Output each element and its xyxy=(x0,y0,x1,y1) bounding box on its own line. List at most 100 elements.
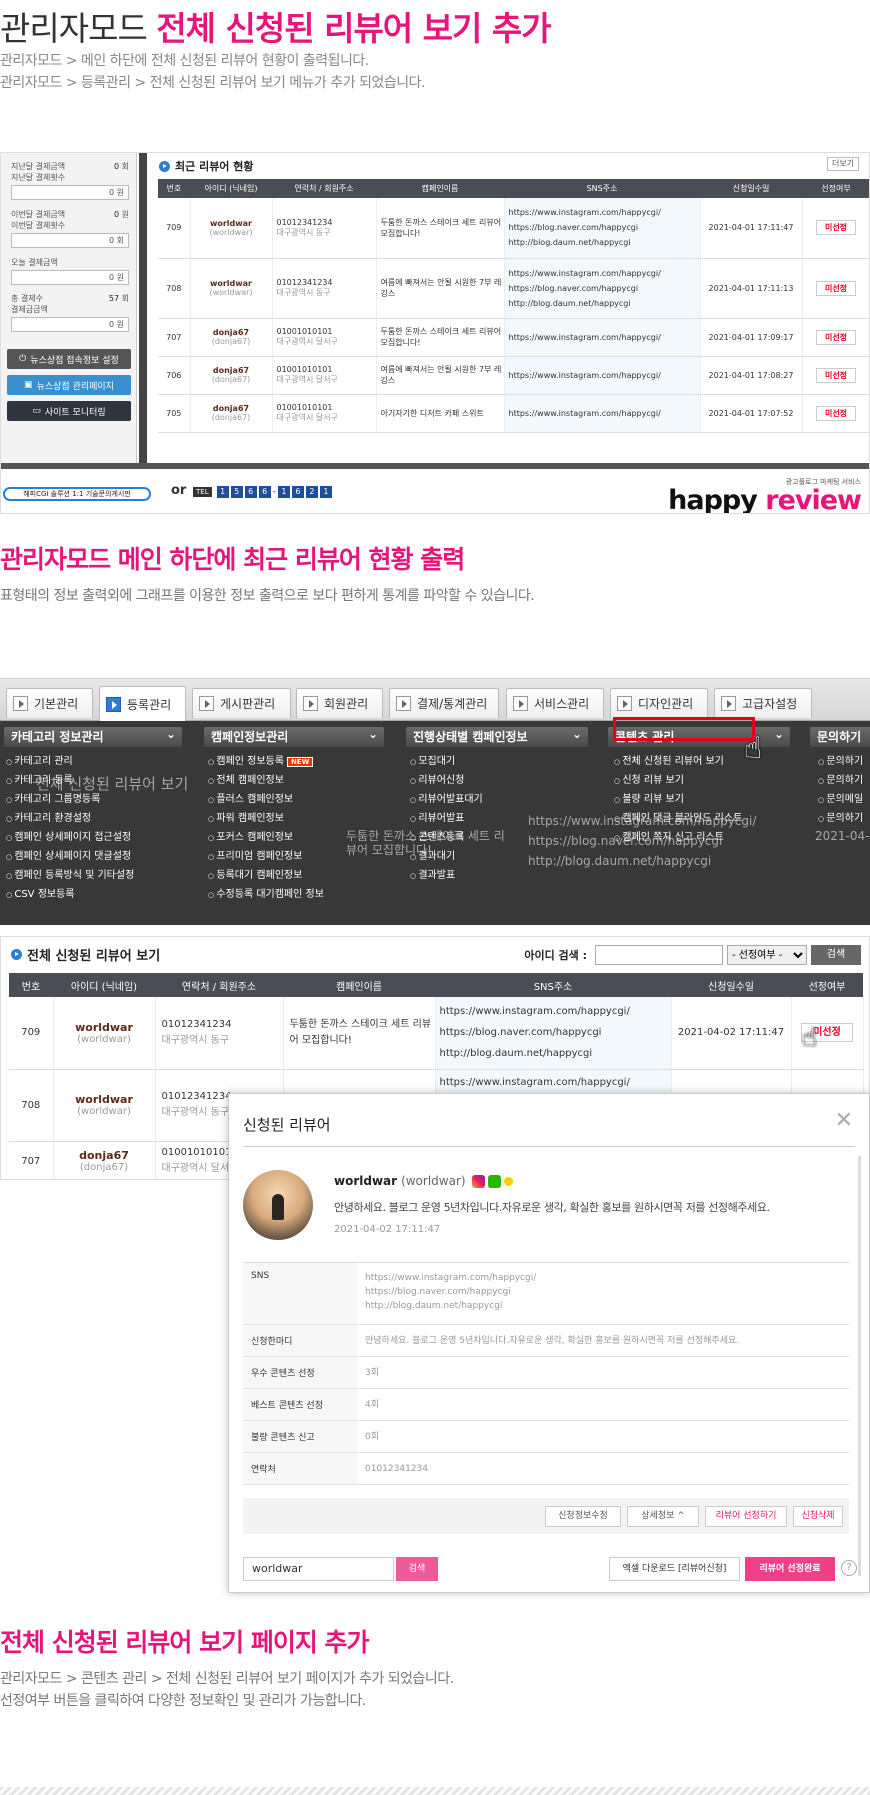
sns-link[interactable]: https://www.instagram.com/happycgi/ xyxy=(509,208,661,217)
menu-item[interactable]: 결과발표 xyxy=(410,866,455,881)
unselected-button[interactable]: 미선정 xyxy=(816,220,856,236)
stat-block: 이번달 결제금액 0 원 이번달 결제횟수 0 회 xyxy=(11,209,129,248)
more-button[interactable]: 더보기 xyxy=(827,157,859,171)
cell-sns: https://www.instagram.com/happycgi/ xyxy=(504,318,701,357)
menu-item[interactable]: 캠페인 상세페이지 댓글설정 xyxy=(6,847,131,862)
sns-link[interactable]: https://www.instagram.com/happycgi/ xyxy=(509,269,661,278)
instagram-icon[interactable] xyxy=(471,1174,485,1188)
menu-item[interactable]: 프리미엄 캠페인정보 xyxy=(208,847,302,862)
sns-link[interactable]: https://blog.naver.com/happycgi xyxy=(365,1285,536,1299)
modal-scrollbar[interactable] xyxy=(858,1156,861,1576)
menu-col-status[interactable]: 진행상태별 캠페인정보 xyxy=(406,724,588,747)
menu-col-campaign[interactable]: 캠페인정보관리 xyxy=(204,724,384,747)
menu-item[interactable]: 플러스 캠페인정보 xyxy=(208,790,293,805)
cell-no: 707 xyxy=(158,318,191,357)
menu-item[interactable]: 카테고리 그룹명등록 xyxy=(6,790,100,805)
detail-info-button[interactable]: 상세정보 ^ xyxy=(627,1506,699,1527)
sns-link[interactable]: https://www.instagram.com/happycgi/ xyxy=(509,409,661,418)
newsstore-admin-button[interactable]: ▣ 뉴스상점 관리페이지 xyxy=(7,375,131,395)
menu-item[interactable]: 캠페인 댓글 블라인드 리스트 xyxy=(614,809,742,824)
menu-item[interactable]: 수정등록 대기캠페인 정보 xyxy=(208,885,324,900)
select-reviewer-button[interactable]: 리뷰어 선정하기 xyxy=(705,1506,787,1527)
menu-item[interactable]: 리뷰어신청 xyxy=(410,771,464,786)
tel-digit: 1 xyxy=(319,486,332,498)
id-search-input[interactable] xyxy=(595,945,723,965)
menu-item[interactable]: 신청 리뷰 보기 xyxy=(614,771,684,786)
phone: 01001010101 xyxy=(276,403,333,412)
cell-date: 2021-04-01 17:11:47 xyxy=(700,198,803,259)
sns-link[interactable]: https://blog.naver.com/happycgi xyxy=(440,1027,602,1038)
menu-item[interactable]: 리뷰어발표대기 xyxy=(410,790,482,805)
reviewer-selection-complete-button[interactable]: 리뷰어 선정완료 xyxy=(745,1557,835,1581)
menu-item[interactable]: 카테고리 환경설정 xyxy=(6,809,91,824)
close-icon[interactable]: ✕ xyxy=(835,1108,853,1133)
sns-link[interactable]: https://www.instagram.com/happycgi/ xyxy=(440,1006,630,1017)
detail-value: 4회 xyxy=(357,1389,379,1420)
menu-item[interactable]: 카테고리 관리 xyxy=(6,752,72,767)
menu-item[interactable]: 결과대기 xyxy=(410,847,455,862)
menu-item[interactable]: 모집대기 xyxy=(410,752,455,767)
reviewer-search-input[interactable]: worldwar xyxy=(243,1557,394,1581)
edit-application-button[interactable]: 신청정보수정 xyxy=(545,1506,621,1527)
tab-service[interactable]: 서비스관리 xyxy=(506,688,604,718)
menu-col-inquiry[interactable]: 문의하기 xyxy=(810,727,870,747)
menu-item[interactable]: 문의하기 xyxy=(818,752,863,767)
menu-item[interactable]: 문의하기 xyxy=(818,771,863,786)
sns-link[interactable]: https://blog.naver.com/happycgi xyxy=(509,223,639,232)
menu-item[interactable]: 등록대기 캠페인정보 xyxy=(208,866,302,881)
menu-item[interactable]: 캠페인 등록방식 및 기타설정 xyxy=(6,866,134,881)
menu-item[interactable]: 전체 캠페인정보 xyxy=(208,771,284,786)
monitor-icon: ▭ xyxy=(32,406,41,416)
menu-item[interactable]: 캠페인 정보등록NEW xyxy=(208,752,314,767)
sns-link[interactable]: http://blog.daum.net/happycgi xyxy=(509,299,631,308)
sns-link[interactable]: https://blog.naver.com/happycgi xyxy=(509,284,639,293)
menu-item[interactable]: 캠페인 쪽지 신고 리스트 xyxy=(614,828,724,843)
daum-blog-icon[interactable] xyxy=(503,1176,513,1186)
selection-filter-select[interactable]: - 선정여부 - xyxy=(727,945,807,965)
menu-item[interactable]: CSV 정보등록 xyxy=(6,885,74,900)
menu-item-all-reviewers[interactable]: 전체 신청된 리뷰어 보기 xyxy=(614,752,724,767)
naver-blog-icon[interactable] xyxy=(487,1174,501,1188)
menu-item[interactable]: 파워 캠페인정보 xyxy=(208,809,284,824)
cell-contact: 01012341234 대구광역시 동구 xyxy=(155,997,284,1070)
menu-item[interactable]: 포커스 캠페인정보 xyxy=(208,828,293,843)
unselected-button[interactable]: 미선정 xyxy=(816,367,856,383)
menu-item[interactable]: 콘텐츠등록 xyxy=(410,828,464,843)
unselected-button[interactable]: 미선정 xyxy=(816,329,856,345)
tech-support-board-button[interactable]: 해피CGI 솔루션 1:1 기술문의게시판 xyxy=(3,487,151,501)
address: 대구광역시 동구 xyxy=(276,227,331,237)
happy-review-logo: 광고플로그 마케팅 서비스 happy review xyxy=(668,477,862,513)
sns-link[interactable]: https://www.instagram.com/happycgi/ xyxy=(509,371,661,380)
menu-item[interactable]: 문의하기 xyxy=(818,809,863,824)
delete-application-button[interactable]: 신청삭제 xyxy=(793,1506,843,1527)
tab-advanced[interactable]: 고급자설정 xyxy=(714,688,812,718)
sns-link[interactable]: https://www.instagram.com/happycgi/ xyxy=(365,1271,536,1285)
tab-design[interactable]: 디자인관리 xyxy=(610,688,708,718)
sns-link[interactable]: http://blog.daum.net/happycgi xyxy=(365,1299,536,1313)
tab-member[interactable]: 회원관리 xyxy=(296,688,383,718)
unselected-button[interactable]: 미선정 xyxy=(816,280,856,296)
menu-item[interactable]: 리뷰어발표 xyxy=(410,809,464,824)
detail-value: 안녕하세요. 블로그 운영 5년차입니다.자유로운 생각, 확실한 홍보를 원하… xyxy=(357,1325,739,1356)
menu-item[interactable]: 불량 리뷰 보기 xyxy=(614,790,684,805)
search-button[interactable]: 검색 xyxy=(811,945,861,965)
tab-board[interactable]: 게시판관리 xyxy=(192,688,291,718)
tab-payment[interactable]: 결제/통계관리 xyxy=(389,688,499,718)
reviewer-search-button[interactable]: 검색 xyxy=(396,1557,438,1581)
menu-col-category[interactable]: 카테고리 정보관리 xyxy=(4,724,182,747)
excel-download-button[interactable]: 엑셀 다운로드 [리뷰어신청] xyxy=(609,1557,740,1581)
sns-link[interactable]: https://www.instagram.com/happycgi/ xyxy=(440,1077,630,1088)
menu-item[interactable]: 문의메일 xyxy=(818,790,863,805)
menu-item[interactable]: 카테고리 등록 xyxy=(6,771,72,786)
sns-link[interactable]: https://www.instagram.com/happycgi/ xyxy=(509,333,661,342)
tab-basic[interactable]: 기본관리 xyxy=(6,688,93,718)
menu-item[interactable]: 캠페인 상세페이지 접근설정 xyxy=(6,828,131,843)
site-monitoring-button[interactable]: ▭ 사이트 모니터링 xyxy=(7,401,131,421)
tab-register[interactable]: 등록관리 xyxy=(99,686,186,722)
sns-link[interactable]: http://blog.daum.net/happycgi xyxy=(509,238,631,247)
unselected-button[interactable]: 미선정 xyxy=(816,405,856,421)
arrow-right-icon xyxy=(721,696,736,711)
help-icon[interactable]: ? xyxy=(841,1560,857,1576)
sns-link[interactable]: http://blog.daum.net/happycgi xyxy=(440,1048,593,1059)
newsstore-connect-button[interactable]: ⏻ 뉴스상점 접속정보 설정 xyxy=(7,349,131,369)
